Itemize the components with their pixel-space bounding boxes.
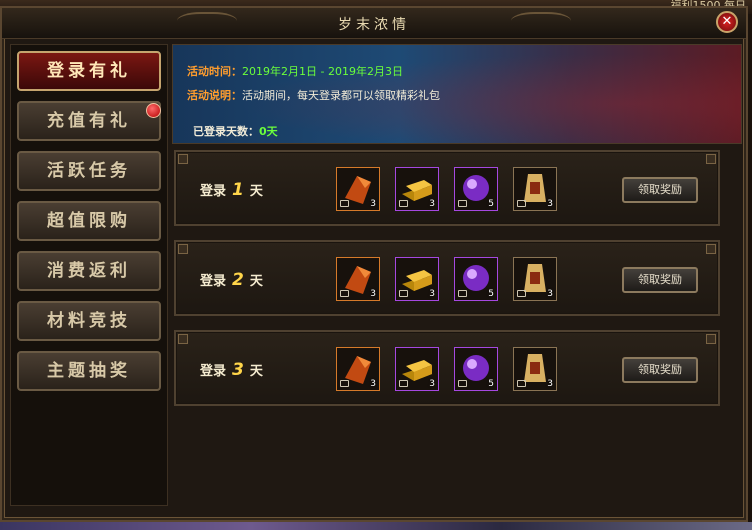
claim-reward-button[interactable]: 领取奖励 xyxy=(622,267,698,293)
sidebar-item-spend-rebate[interactable]: 消费返利 xyxy=(17,251,161,291)
event-time-line: 活动时间：2019年2月1日 - 2019年2月3日 xyxy=(187,63,403,79)
event-banner: 活动时间：2019年2月1日 - 2019年2月3日 活动说明：活动期间，每天登… xyxy=(172,44,742,144)
lock-icon xyxy=(458,290,467,297)
item-qty: 3 xyxy=(547,289,553,299)
lock-icon xyxy=(399,200,408,207)
row-prefix: 登录 xyxy=(200,274,227,289)
reward-item-orange-crystal[interactable]: 3 xyxy=(336,167,380,211)
sidebar-item-label: 主题抽奖 xyxy=(47,361,131,381)
sidebar-item-label: 消费返利 xyxy=(47,261,131,281)
window-title: 岁末浓情 xyxy=(338,17,410,33)
sidebar-item-login-gift[interactable]: 登录有礼 xyxy=(17,51,161,91)
close-button[interactable]: ✕ xyxy=(716,11,738,33)
row-day-number: 1 xyxy=(232,180,244,200)
sidebar-item-recharge-gift[interactable]: 充值有礼 xyxy=(17,101,161,141)
login-days-line: 已登录天数：0天 xyxy=(193,123,278,139)
reward-item-orange-crystal[interactable]: 3 xyxy=(336,347,380,391)
item-qty: 3 xyxy=(429,379,435,389)
row-prefix: 登录 xyxy=(200,364,227,379)
row-suffix: 天 xyxy=(249,184,263,199)
item-qty: 3 xyxy=(547,199,553,209)
lock-icon xyxy=(517,200,526,207)
item-qty: 3 xyxy=(370,289,376,299)
reward-item-lucky-bag[interactable]: 3 xyxy=(513,257,557,301)
sidebar-item-label: 充值有礼 xyxy=(47,111,131,131)
row-suffix: 天 xyxy=(249,364,263,379)
bottom-strip xyxy=(0,522,752,530)
item-qty: 3 xyxy=(429,199,435,209)
lock-icon xyxy=(399,290,408,297)
claim-reward-button[interactable]: 领取奖励 xyxy=(622,357,698,383)
lock-icon xyxy=(517,380,526,387)
notification-dot-icon xyxy=(146,103,161,118)
sidebar-item-label: 材料竞技 xyxy=(47,311,131,331)
item-qty: 3 xyxy=(547,379,553,389)
row-prefix: 登录 xyxy=(200,184,227,199)
reward-item-gold-bar[interactable]: 3 xyxy=(395,257,439,301)
lock-icon xyxy=(399,380,408,387)
login-days-label: 已登录天数： xyxy=(193,125,259,138)
item-qty: 3 xyxy=(429,289,435,299)
lock-icon xyxy=(340,380,349,387)
lock-icon xyxy=(458,380,467,387)
sidebar-item-active-tasks[interactable]: 活跃任务 xyxy=(17,151,161,191)
reward-item-orange-crystal[interactable]: 3 xyxy=(336,257,380,301)
reward-row-day-2: 登录 2 天 3 3 5 3 领取奖励 xyxy=(174,240,720,316)
row-label: 登录 2 天 xyxy=(200,270,263,290)
event-time-label: 活动时间： xyxy=(187,65,242,78)
event-desc-label: 活动说明： xyxy=(187,89,242,102)
sidebar-item-label: 登录有礼 xyxy=(47,61,131,81)
sidebar-item-limited-purchase[interactable]: 超值限购 xyxy=(17,201,161,241)
row-label: 登录 1 天 xyxy=(200,180,263,200)
sidebar-item-label: 活跃任务 xyxy=(47,161,131,181)
title-bar: 岁末浓情 ✕ xyxy=(2,8,746,39)
reward-row-day-1: 登录 1 天 3 3 5 3 领取奖励 xyxy=(174,150,720,226)
item-qty: 5 xyxy=(488,289,494,299)
sidebar-item-material-contest[interactable]: 材料竞技 xyxy=(17,301,161,341)
item-qty: 5 xyxy=(488,379,494,389)
sidebar-item-theme-lottery[interactable]: 主题抽奖 xyxy=(17,351,161,391)
lock-icon xyxy=(458,200,467,207)
item-qty: 3 xyxy=(370,199,376,209)
item-qty: 3 xyxy=(370,379,376,389)
reward-item-purple-orb[interactable]: 5 xyxy=(454,257,498,301)
event-desc-line: 活动说明：活动期间，每天登录都可以领取精彩礼包 xyxy=(187,87,440,103)
sidebar-item-label: 超值限购 xyxy=(47,211,131,231)
row-day-number: 2 xyxy=(232,270,244,290)
lock-icon xyxy=(517,290,526,297)
item-qty: 5 xyxy=(488,199,494,209)
row-day-number: 3 xyxy=(232,360,244,380)
reward-item-purple-orb[interactable]: 5 xyxy=(454,347,498,391)
row-suffix: 天 xyxy=(249,274,263,289)
row-label: 登录 3 天 xyxy=(200,360,263,380)
event-desc-value: 活动期间，每天登录都可以领取精彩礼包 xyxy=(242,89,440,102)
close-icon: ✕ xyxy=(721,14,733,29)
claim-reward-button[interactable]: 领取奖励 xyxy=(622,177,698,203)
reward-row-day-3: 登录 3 天 3 3 5 3 领取奖励 xyxy=(174,330,720,406)
reward-item-lucky-bag[interactable]: 3 xyxy=(513,167,557,211)
event-time-value: 2019年2月1日 - 2019年2月3日 xyxy=(242,65,403,78)
sidebar: 登录有礼 充值有礼 活跃任务 超值限购 消费返利 材料竞技 主题抽奖 xyxy=(10,44,168,506)
reward-item-gold-bar[interactable]: 3 xyxy=(395,347,439,391)
lock-icon xyxy=(340,290,349,297)
login-days-value: 0天 xyxy=(259,125,278,138)
event-window: 岁末浓情 ✕ 登录有礼 充值有礼 活跃任务 超值限购 消费返利 材料竞技 主题抽… xyxy=(0,6,748,522)
lock-icon xyxy=(340,200,349,207)
reward-item-lucky-bag[interactable]: 3 xyxy=(513,347,557,391)
reward-item-purple-orb[interactable]: 5 xyxy=(454,167,498,211)
reward-item-gold-bar[interactable]: 3 xyxy=(395,167,439,211)
